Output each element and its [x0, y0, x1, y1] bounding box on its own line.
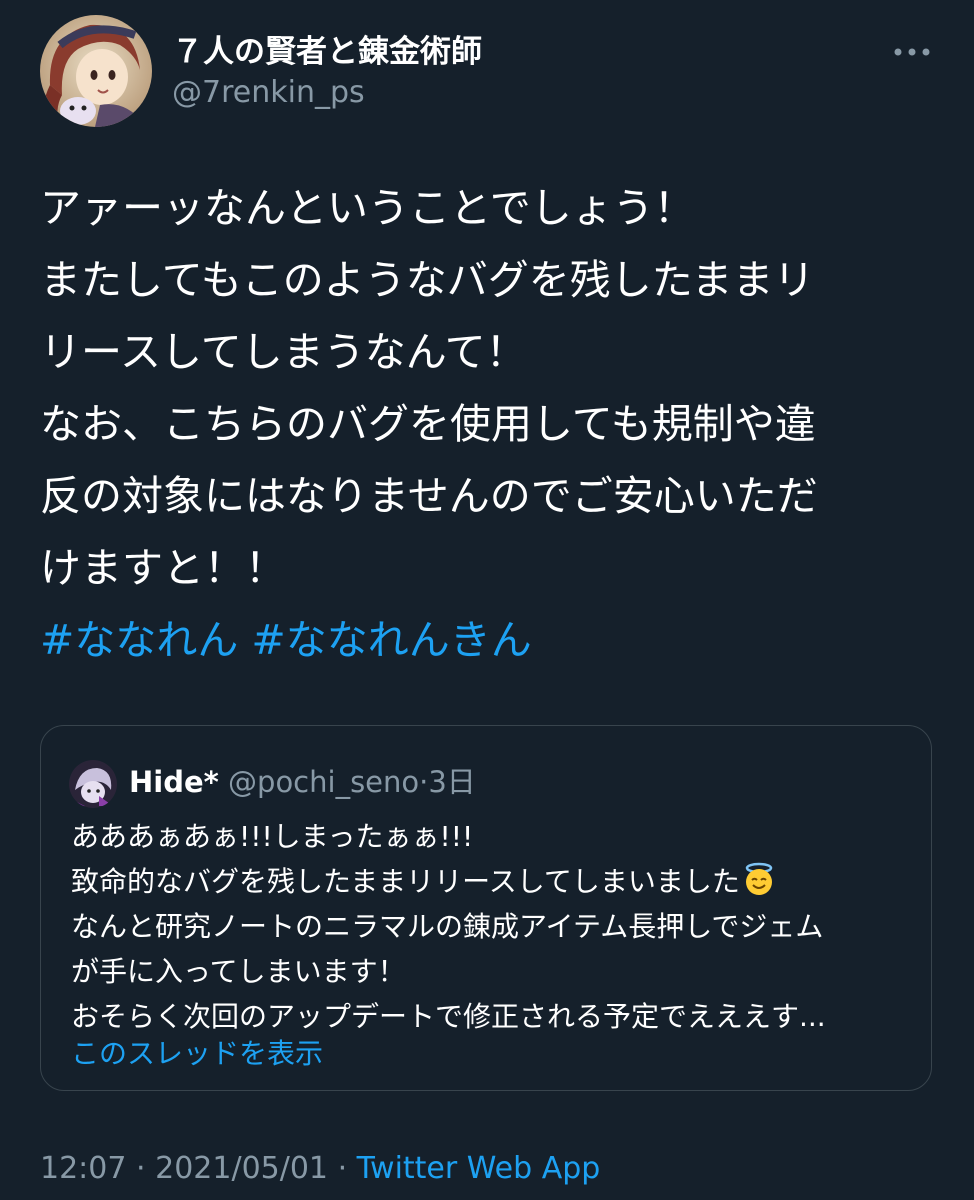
- hashtags: #ななれん #ななれんきん: [40, 604, 532, 676]
- author-handle[interactable]: @7renkin_ps: [172, 75, 365, 111]
- quoted-tweet-text: あああぁあぁ!!!しまったぁぁ!!! 致命的なバグを残したままリリースしてしまい…: [71, 814, 826, 1039]
- quoted-line: おそらく次回のアップデートで修正される予定でえええす...: [71, 1000, 826, 1033]
- quoted-line: が手に入ってしまいます！: [71, 955, 406, 988]
- quoted-timestamp: 3日: [428, 765, 476, 799]
- separator-dot: ·: [419, 765, 429, 799]
- more-options-icon[interactable]: [890, 40, 934, 64]
- separator-dot: ·: [337, 1151, 348, 1186]
- tweet-time[interactable]: 12:07: [40, 1151, 126, 1186]
- tweet-line: またしてもこのようなバグを残したままリ: [40, 256, 815, 304]
- tweet-meta: 12:07 · 2021/05/01 · Twitter Web App: [40, 1147, 600, 1191]
- separator-dot: ·: [136, 1151, 146, 1186]
- quoted-line: 致命的なバグを残したままリリースしてしまいました: [71, 859, 826, 904]
- hashtag-link[interactable]: #ななれん: [40, 616, 238, 664]
- source-app-link[interactable]: Twitter Web App: [357, 1151, 601, 1186]
- quoted-handle: @pochi_seno: [228, 765, 420, 799]
- tweet-line: リースしてしまうなんて！: [40, 328, 527, 376]
- tweet-text: アァーッなんということでしょう！ またしてもこのようなバグを残したままリ リース…: [40, 172, 945, 604]
- show-thread-link[interactable]: このスレッドを表示: [71, 1034, 323, 1074]
- quoted-display-name: Hide*: [129, 765, 219, 799]
- quoted-tweet-card[interactable]: Hide* @pochi_seno·3日 あああぁあぁ!!!しまったぁぁ!!! …: [40, 725, 932, 1091]
- tweet-line: アァーッなんということでしょう！: [40, 184, 695, 232]
- quoted-author-avatar: [69, 760, 117, 808]
- author-avatar[interactable]: [40, 15, 152, 127]
- hashtag-link[interactable]: #ななれんきん: [251, 616, 531, 664]
- tweet-line: 反の対象にはなりませんのでご安心いただ: [40, 472, 818, 520]
- smiling-face-with-halo-icon: [742, 862, 776, 896]
- tweet-line: けますと！！: [40, 544, 286, 592]
- tweet-date[interactable]: 2021/05/01: [155, 1151, 328, 1186]
- author-display-name[interactable]: ７人の賢者と錬金術師: [172, 33, 482, 71]
- quoted-line: あああぁあぁ!!!しまったぁぁ!!!: [71, 820, 474, 853]
- quoted-line: なんと研究ノートのニラマルの錬成アイテム長押しでジェム: [71, 910, 824, 943]
- quoted-tweet-header: Hide* @pochi_seno·3日: [129, 762, 476, 802]
- tweet-line: なお、こちらのバグを使用しても規制や違: [40, 400, 816, 448]
- quoted-line-text: 致命的なバグを残したままリリースしてしまいました: [71, 865, 740, 898]
